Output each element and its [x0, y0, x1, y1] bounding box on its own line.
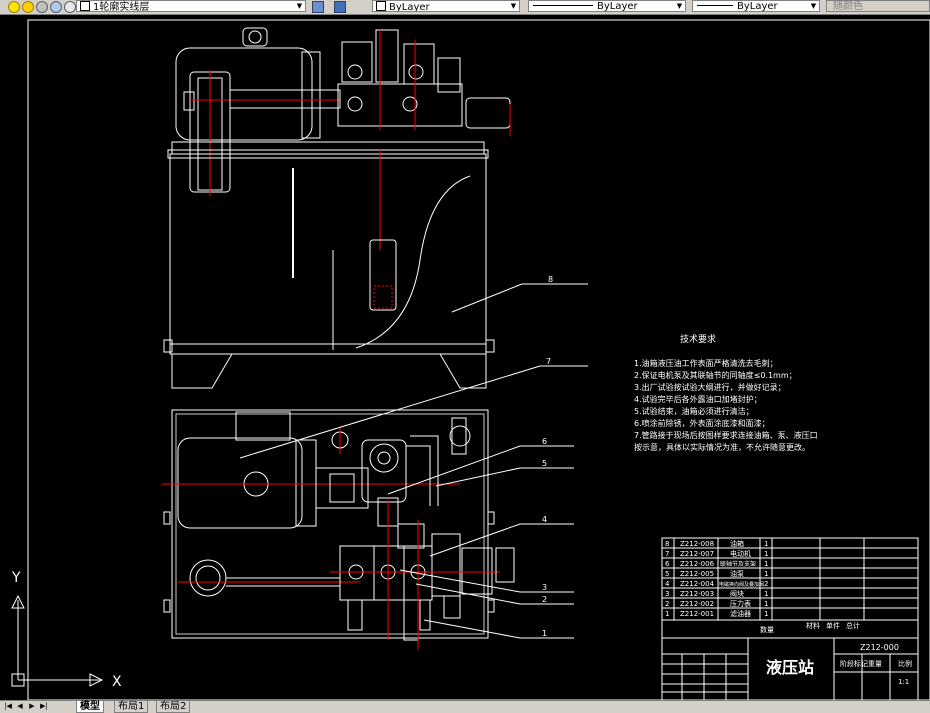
svg-text:1: 1: [764, 550, 768, 558]
lightbulb-icon[interactable]: [8, 1, 20, 13]
svg-text:Z212-005: Z212-005: [680, 570, 714, 578]
svg-text:联轴节及支架: 联轴节及支架: [720, 560, 756, 568]
svg-text:2: 2: [764, 580, 768, 588]
header-qty: 数量: [760, 625, 774, 634]
layout-tabs: |◀ ◀ ▶ ▶| 模型 布局1 布局2: [0, 700, 930, 713]
chevron-down-icon[interactable]: ▼: [509, 2, 518, 11]
svg-text:油箱: 油箱: [730, 539, 744, 548]
tab-layout1[interactable]: 布局1: [114, 701, 149, 713]
balloon-6: 6: [542, 437, 547, 446]
svg-text:压力表: 压力表: [730, 599, 751, 608]
balloon-7: 7: [546, 357, 551, 366]
svg-text:1: 1: [764, 610, 768, 618]
tech-note-6: 6.喷涂前除锈，外表面涂底漆和面漆；: [634, 418, 770, 428]
lineweight-value: ByLayer: [737, 1, 778, 12]
svg-text:Z212-002: Z212-002: [680, 600, 714, 608]
chevron-down-icon[interactable]: ▼: [675, 2, 684, 11]
drawing-canvas[interactable]: 8 7 6 5 4 3 2 1 技术要求 1.油箱液压油工作表面严格清洗去毛刺；…: [0, 15, 930, 700]
balloon-2: 2: [542, 595, 547, 604]
svg-text:Z212-007: Z212-007: [680, 550, 714, 558]
svg-text:Z212-004: Z212-004: [680, 580, 715, 588]
svg-text:1: 1: [764, 570, 768, 578]
linetype-sample: [533, 5, 593, 6]
svg-text:8: 8: [665, 540, 669, 548]
prev-tab-icon[interactable]: ◀: [16, 702, 24, 711]
svg-text:电动机: 电动机: [730, 549, 751, 558]
tech-note-5: 5.试验结束，油箱必须进行清洁；: [634, 406, 754, 416]
header-material: 材料: [806, 621, 820, 630]
layer-name: 1轮廓实线层: [93, 2, 150, 12]
chevron-down-icon[interactable]: ▼: [295, 2, 304, 11]
svg-text:Z212-008: Z212-008: [680, 540, 714, 548]
svg-text:电磁换向阀及叠加阀: 电磁换向阀及叠加阀: [719, 581, 764, 588]
sun-icon[interactable]: [22, 1, 34, 13]
svg-text:2: 2: [665, 600, 669, 608]
drawing-code: Z212-000: [860, 643, 899, 652]
balloon-3: 3: [542, 583, 547, 592]
color-swatch: [376, 1, 386, 11]
tab-model[interactable]: 模型: [76, 701, 104, 713]
tech-note-1: 1.油箱液压油工作表面严格清洗去毛刺；: [634, 358, 778, 368]
tech-notes-title: 技术要求: [680, 333, 716, 345]
lineweight-sample: [697, 5, 733, 6]
balloon-4: 4: [542, 515, 547, 524]
balloon-5: 5: [542, 459, 547, 468]
svg-text:油泵: 油泵: [730, 569, 744, 578]
tech-note-3: 3.出厂试验按试验大纲进行，并做好记录；: [634, 382, 786, 392]
ucs-y-label: Y: [11, 570, 21, 586]
lock-icon[interactable]: [36, 1, 48, 13]
color-value: ByLayer: [389, 2, 430, 12]
svg-text:1: 1: [764, 540, 768, 548]
tech-note-2: 2.保证电机泵及其联轴节的同轴度≤0.1mm；: [634, 370, 797, 380]
linetype-dropdown[interactable]: ByLayer ▼: [528, 0, 686, 12]
svg-text:阀块: 阀块: [730, 589, 744, 598]
svg-text:Z212-003: Z212-003: [680, 590, 714, 598]
balloon-1: 1: [542, 629, 547, 638]
plot-icon[interactable]: [64, 1, 76, 13]
plotstyle-value: 随颜色: [833, 1, 863, 12]
header-mass: 单件: [826, 621, 840, 630]
ucs-x-label: X: [112, 674, 122, 690]
scale-label: 比例: [898, 659, 912, 668]
svg-text:4: 4: [665, 580, 670, 588]
freeze-icon[interactable]: [50, 1, 62, 13]
linetype-value: ByLayer: [597, 1, 638, 12]
layer-states-icon[interactable]: [334, 1, 346, 13]
layer-color-swatch: [80, 1, 90, 11]
layer-manager-icon[interactable]: [312, 1, 324, 13]
svg-text:1: 1: [665, 610, 669, 618]
first-tab-icon[interactable]: |◀: [4, 702, 12, 711]
chevron-down-icon[interactable]: ▼: [809, 2, 818, 11]
tech-note-7: 7.管路接于现场后按图样要求连接油箱、泵、液压口: [634, 430, 818, 440]
balloon-8: 8: [548, 275, 553, 284]
lineweight-dropdown[interactable]: ByLayer ▼: [692, 0, 820, 12]
next-tab-icon[interactable]: ▶: [28, 702, 36, 711]
svg-text:6: 6: [665, 560, 670, 568]
svg-text:7: 7: [665, 550, 669, 558]
drawing-title: 液压站: [766, 658, 814, 677]
last-tab-icon[interactable]: ▶|: [40, 702, 48, 711]
svg-text:滤油器: 滤油器: [730, 609, 751, 618]
svg-text:Z212-001: Z212-001: [680, 610, 714, 618]
scale-value: 1:1: [898, 678, 909, 686]
tab-layout2[interactable]: 布局2: [156, 701, 191, 713]
color-dropdown[interactable]: ByLayer ▼: [372, 0, 520, 12]
plotstyle-dropdown[interactable]: 随颜色: [826, 0, 930, 12]
stage-label: 阶段标记: [840, 659, 868, 668]
svg-text:5: 5: [665, 570, 669, 578]
svg-text:1: 1: [764, 560, 768, 568]
svg-text:3: 3: [665, 590, 669, 598]
layer-dropdown[interactable]: 1轮廓实线层 ▼: [76, 0, 306, 12]
header-total: 总计: [846, 621, 860, 630]
svg-text:1: 1: [764, 590, 768, 598]
layer-toolbar: 1轮廓实线层 ▼ ByLayer ▼ ByLayer ▼ ByLayer ▼ 随…: [0, 0, 930, 15]
tech-note-4: 4.试验完毕后各外露油口加堵封护；: [634, 394, 762, 404]
weight-label: 重量: [868, 660, 882, 668]
svg-text:Z212-006: Z212-006: [680, 560, 715, 568]
tech-note-8: 按示意，具体以实际情况为准，不允许随意更改。: [634, 442, 810, 452]
svg-text:1: 1: [764, 600, 768, 608]
